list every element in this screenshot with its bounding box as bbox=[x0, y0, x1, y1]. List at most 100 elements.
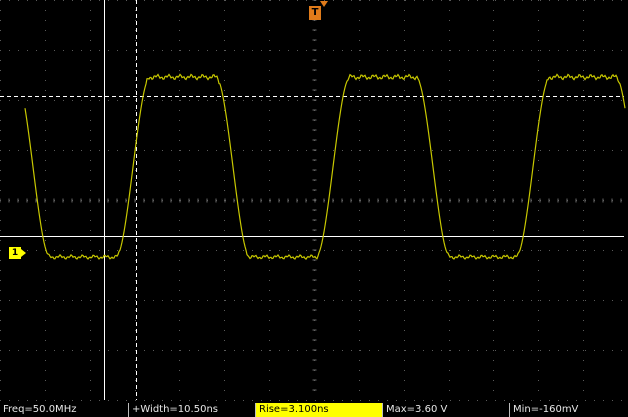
grid-dot bbox=[603, 100, 604, 101]
grid-dot bbox=[0, 360, 1, 361]
grid-dot bbox=[198, 350, 199, 351]
min-voltage-measurement[interactable]: Min=-160mV bbox=[509, 403, 628, 417]
grid-dot bbox=[538, 230, 539, 231]
grid-dot bbox=[513, 350, 514, 351]
grid-dot bbox=[423, 150, 424, 151]
grid-dot bbox=[449, 120, 450, 121]
grid-dot bbox=[450, 300, 451, 301]
grid-dot bbox=[171, 250, 172, 251]
grid-dot bbox=[225, 300, 226, 301]
rise-time-measurement[interactable]: Rise=3.100ns bbox=[255, 403, 382, 417]
grid-dot bbox=[179, 250, 180, 251]
grid-dot bbox=[135, 350, 136, 351]
grid-dot bbox=[538, 340, 539, 341]
trigger-position-marker[interactable]: T bbox=[309, 6, 321, 20]
grid-dot bbox=[405, 300, 406, 301]
grid-dot bbox=[90, 300, 91, 301]
grid-dot bbox=[351, 100, 352, 101]
grid-dot bbox=[449, 40, 450, 41]
grid-dot bbox=[288, 400, 289, 401]
grid-dot bbox=[45, 360, 46, 361]
grid-dot bbox=[538, 390, 539, 391]
grid-dot bbox=[153, 300, 154, 301]
grid-dot bbox=[117, 350, 118, 351]
grid-dot bbox=[224, 50, 225, 51]
grid-dot bbox=[567, 350, 568, 351]
positive-width-measurement[interactable]: +Width=10.50ns bbox=[128, 403, 255, 417]
grid-dot bbox=[261, 50, 262, 51]
grid-dot bbox=[207, 300, 208, 301]
grid-dot bbox=[0, 320, 1, 321]
grid-dot bbox=[404, 90, 405, 91]
grid-dot bbox=[207, 350, 208, 351]
grid-dot bbox=[404, 40, 405, 41]
cursor-lines bbox=[0, 0, 624, 400]
grid-dot bbox=[135, 50, 136, 51]
grid-dot bbox=[216, 50, 217, 51]
grid-dot bbox=[404, 280, 405, 281]
grid-dot bbox=[387, 250, 388, 251]
grid-dot bbox=[359, 360, 360, 361]
grid-dot bbox=[179, 260, 180, 261]
grid-dot bbox=[198, 250, 199, 251]
grid-dot bbox=[342, 250, 343, 251]
grid-dot bbox=[179, 290, 180, 291]
grid-dot bbox=[612, 0, 613, 1]
grid-dot bbox=[45, 330, 46, 331]
grid-dot bbox=[216, 400, 217, 401]
grid-dot bbox=[261, 250, 262, 251]
trigger-position-arrow-icon[interactable] bbox=[320, 1, 328, 7]
grid-dot bbox=[558, 400, 559, 401]
grid-dot bbox=[269, 90, 270, 91]
grid-dot bbox=[179, 100, 180, 101]
grid-dot bbox=[269, 380, 270, 381]
grid-dot bbox=[162, 0, 163, 1]
grid-dot bbox=[538, 140, 539, 141]
max-voltage-measurement[interactable]: Max=3.60 V bbox=[382, 403, 509, 417]
grid-dot bbox=[404, 190, 405, 191]
grid-dot bbox=[279, 100, 280, 101]
grid-dot bbox=[135, 270, 136, 271]
grid-dot bbox=[207, 0, 208, 1]
grid-dot bbox=[449, 340, 450, 341]
grid-dot bbox=[558, 100, 559, 101]
grid-dot bbox=[594, 350, 595, 351]
grid-dot bbox=[288, 150, 289, 151]
channel-1-marker[interactable]: 1 bbox=[9, 247, 26, 259]
grid-dot bbox=[135, 320, 136, 321]
grid-dot bbox=[45, 370, 46, 371]
grid-dot bbox=[594, 400, 595, 401]
grid-dot bbox=[540, 400, 541, 401]
grid-dot bbox=[396, 300, 397, 301]
grid-dot bbox=[359, 230, 360, 231]
grid-dot bbox=[423, 400, 424, 401]
grid-dot bbox=[404, 230, 405, 231]
grid-dot bbox=[404, 270, 405, 271]
grid-dot bbox=[45, 210, 46, 211]
grid-dot bbox=[612, 50, 613, 51]
grid-dot bbox=[0, 30, 1, 31]
grid-dot bbox=[90, 390, 91, 391]
grid-dot bbox=[538, 270, 539, 271]
grid-dot bbox=[324, 50, 325, 51]
grid-dot bbox=[153, 0, 154, 1]
grid-dot bbox=[90, 230, 91, 231]
grid-dot bbox=[18, 350, 19, 351]
grid-dot bbox=[135, 10, 136, 11]
grid-dot bbox=[583, 180, 584, 181]
grid-dot bbox=[279, 300, 280, 301]
grid-dot bbox=[387, 100, 388, 101]
grid-dot bbox=[549, 350, 550, 351]
grid-dot bbox=[423, 300, 424, 301]
grid-dot bbox=[359, 30, 360, 31]
grid-dot bbox=[540, 350, 541, 351]
grid-dot bbox=[36, 50, 37, 51]
grid-dot bbox=[162, 400, 163, 401]
grid-dot bbox=[179, 190, 180, 191]
frequency-measurement[interactable]: Freq=50.0MHz bbox=[0, 403, 128, 417]
grid-dot bbox=[45, 340, 46, 341]
grid-dot bbox=[9, 400, 10, 401]
grid-dot bbox=[493, 270, 494, 271]
grid-dot bbox=[189, 0, 190, 1]
grid-dot bbox=[404, 350, 405, 351]
